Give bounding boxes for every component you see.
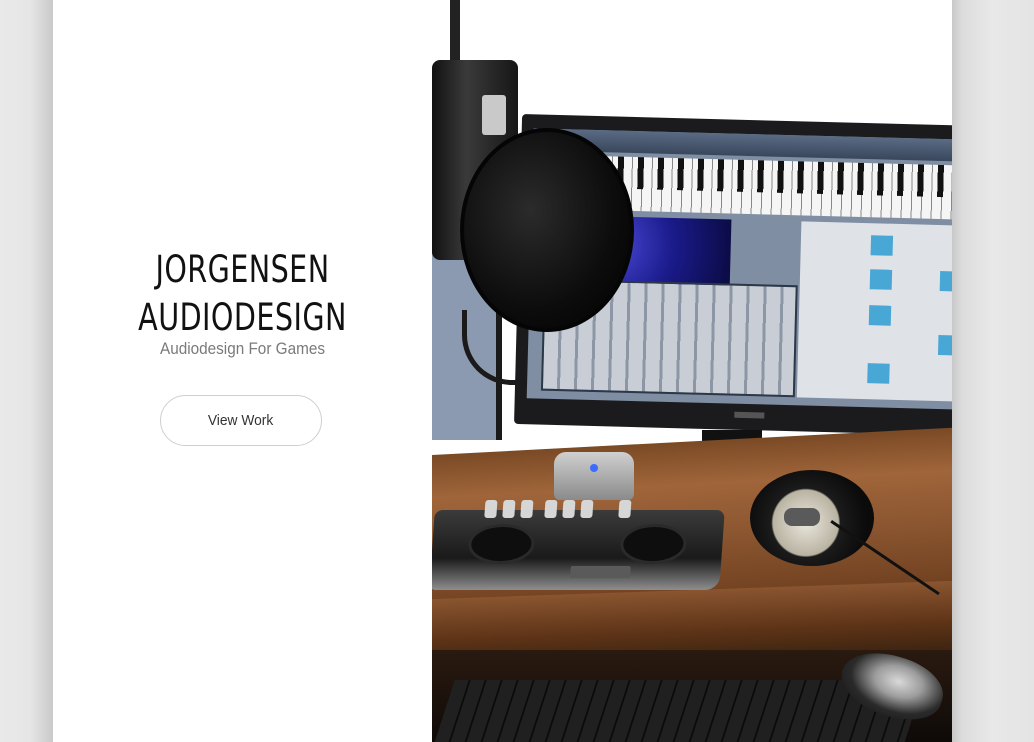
site-tagline: Audiodesign For Games [159, 339, 325, 358]
site-title-line2: AUDIODESIGN [138, 296, 347, 339]
left-gutter [0, 0, 53, 742]
site-title-line1: JORGENSEN [155, 248, 330, 291]
view-work-label: View Work [208, 412, 274, 429]
view-work-button[interactable]: View Work [160, 395, 322, 446]
audio-interface [554, 452, 634, 500]
dj-controller [432, 500, 725, 590]
synth-panel [796, 221, 952, 402]
hero-image [432, 0, 952, 742]
hero-section: JORGENSEN AUDIODESIGN Audiodesign For Ga… [53, 0, 952, 742]
intro-panel: JORGENSEN AUDIODESIGN Audiodesign For Ga… [53, 0, 432, 742]
pop-filter [460, 128, 634, 332]
browser-viewport: JORGENSEN AUDIODESIGN Audiodesign For Ga… [0, 0, 1034, 742]
right-gutter [952, 0, 1034, 742]
brand-block: JORGENSEN AUDIODESIGN Audiodesign For Ga… [53, 246, 432, 360]
site-title: JORGENSEN AUDIODESIGN [80, 246, 406, 342]
